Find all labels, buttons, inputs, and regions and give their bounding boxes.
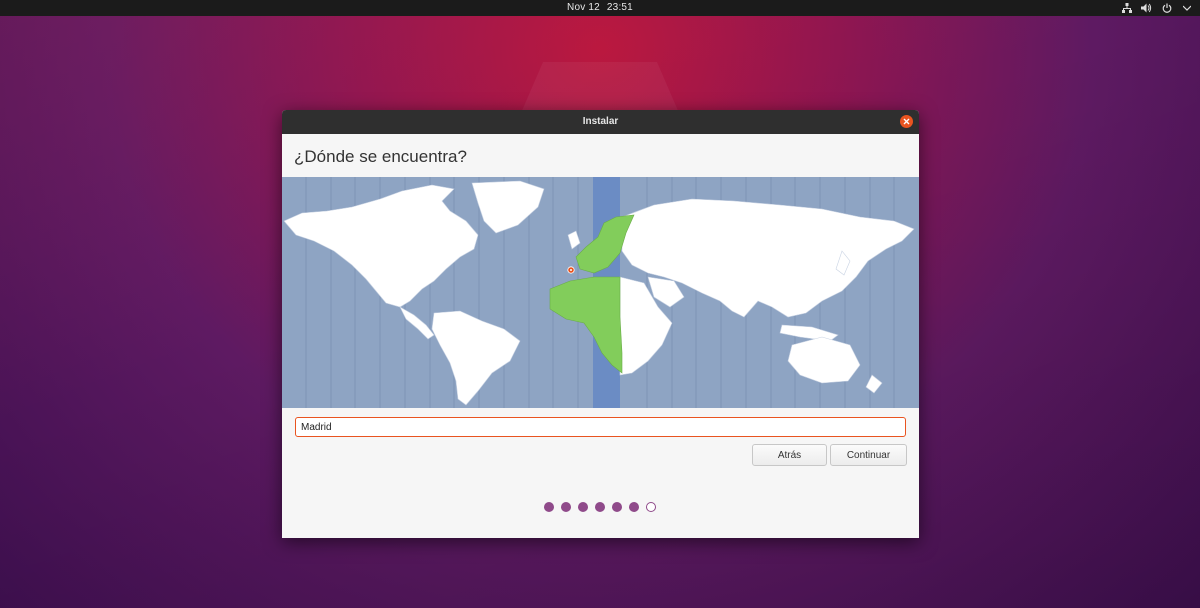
power-icon: [1161, 2, 1172, 14]
clock[interactable]: Nov 12 23:51: [0, 1, 1200, 15]
progress-dots: [544, 502, 656, 512]
installer-window: Instalar ¿Dónde se encuentra? Madrid Atr…: [282, 110, 919, 538]
progress-dot-filled: [629, 502, 639, 512]
progress-dot-filled: [561, 502, 571, 512]
progress-dot-filled: [544, 502, 554, 512]
continue-button[interactable]: Continuar: [830, 444, 907, 466]
close-button[interactable]: [900, 115, 913, 128]
progress-dot-current: [646, 502, 656, 512]
volume-icon: [1141, 2, 1152, 14]
clock-time: 23:51: [606, 2, 633, 13]
page-title: ¿Dónde se encuentra?: [294, 147, 467, 166]
progress-dot-filled: [578, 502, 588, 512]
chevron-down-icon: [1181, 2, 1192, 14]
location-input[interactable]: [295, 417, 906, 437]
window-titlebar[interactable]: Instalar: [282, 110, 919, 134]
top-bar: Nov 12 23:51: [0, 0, 1200, 16]
progress-dot-filled: [612, 502, 622, 512]
city-marker: [567, 266, 575, 274]
network-icon: [1121, 2, 1132, 14]
back-button[interactable]: Atrás: [752, 444, 827, 466]
window-title: Instalar: [582, 116, 619, 127]
close-icon: [903, 118, 910, 125]
system-tray[interactable]: [1121, 1, 1192, 15]
clock-date: Nov 12: [567, 2, 600, 13]
progress-dot-filled: [595, 502, 605, 512]
timezone-map[interactable]: [282, 177, 919, 408]
